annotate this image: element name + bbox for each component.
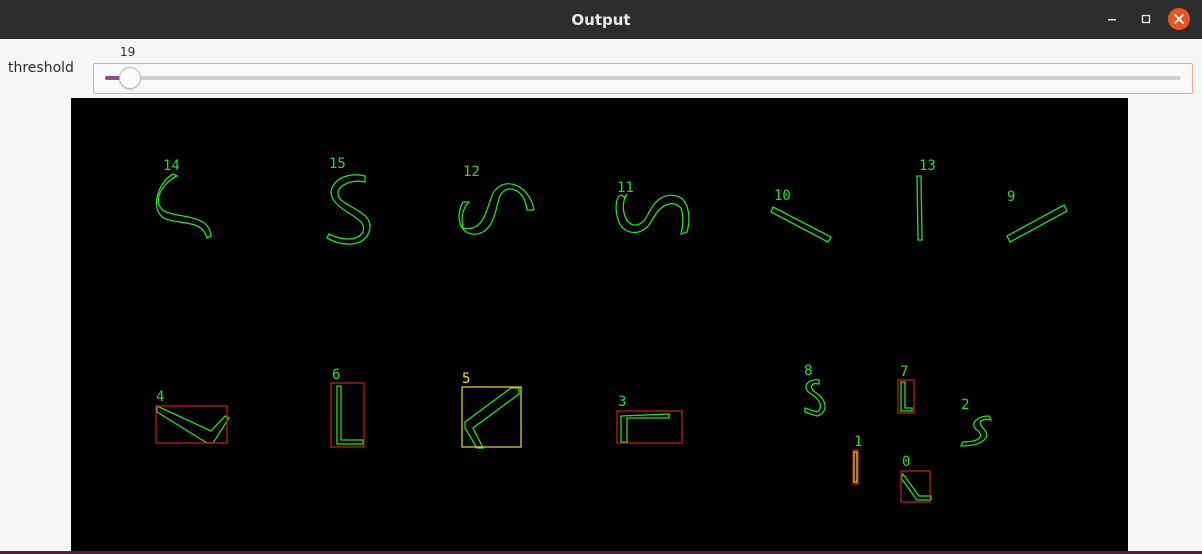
close-icon: [1174, 14, 1184, 24]
minimize-icon: [1108, 19, 1116, 21]
label-13: 13: [919, 158, 936, 174]
threshold-slider[interactable]: [93, 63, 1193, 94]
contour-13: [916, 175, 923, 241]
contour-1: [853, 451, 858, 483]
contour-15: [326, 174, 371, 245]
label-8: 8: [804, 363, 812, 379]
label-4: 4: [156, 389, 164, 405]
slider-thumb[interactable]: [118, 67, 141, 89]
contours-canvas: 14 15 12 11 10 13 9 4 6 5 3 8 7 2 1 0: [155, 156, 1068, 503]
contour-3: [620, 413, 670, 443]
label-2: 2: [961, 397, 969, 413]
label-11: 11: [617, 180, 634, 196]
slider-track[interactable]: [105, 67, 1181, 89]
title-bar[interactable]: Output: [0, 0, 1202, 39]
label-15: 15: [329, 156, 346, 172]
contour-0: [900, 472, 932, 501]
threshold-value: 19: [120, 45, 136, 59]
contour-10: [770, 206, 832, 243]
contour-4: [156, 404, 230, 444]
contour-12: [458, 183, 535, 235]
label-12: 12: [463, 164, 480, 180]
label-6: 6: [332, 367, 340, 383]
window-title: Output: [571, 11, 631, 29]
label-14: 14: [163, 158, 180, 174]
output-image: 14 15 12 11 10 13 9 4 6 5 3 8 7 2 1 0: [71, 98, 1128, 551]
label-0: 0: [902, 454, 910, 470]
label-9: 9: [1007, 189, 1015, 205]
contour-5: [464, 387, 520, 449]
label-3: 3: [618, 394, 626, 410]
bbox-6: [330, 382, 365, 448]
contour-9: [1006, 204, 1068, 243]
minimize-button[interactable]: [1102, 9, 1122, 29]
maximize-icon: [1141, 14, 1151, 24]
label-10: 10: [774, 188, 791, 204]
contour-2: [959, 415, 993, 447]
contour-7: [900, 381, 913, 412]
close-button[interactable]: [1168, 8, 1190, 30]
maximize-button[interactable]: [1136, 9, 1156, 29]
contour-6: [336, 385, 364, 445]
contour-8: [804, 379, 826, 417]
contour-11: [615, 193, 690, 236]
output-window: Output threshold 19 14 15 12 11 10 13 9 …: [0, 0, 1202, 551]
contour-14: [155, 173, 212, 239]
label-1: 1: [854, 434, 862, 450]
label-7: 7: [900, 364, 908, 380]
label-5: 5: [462, 371, 470, 387]
threshold-label: threshold: [8, 60, 74, 76]
